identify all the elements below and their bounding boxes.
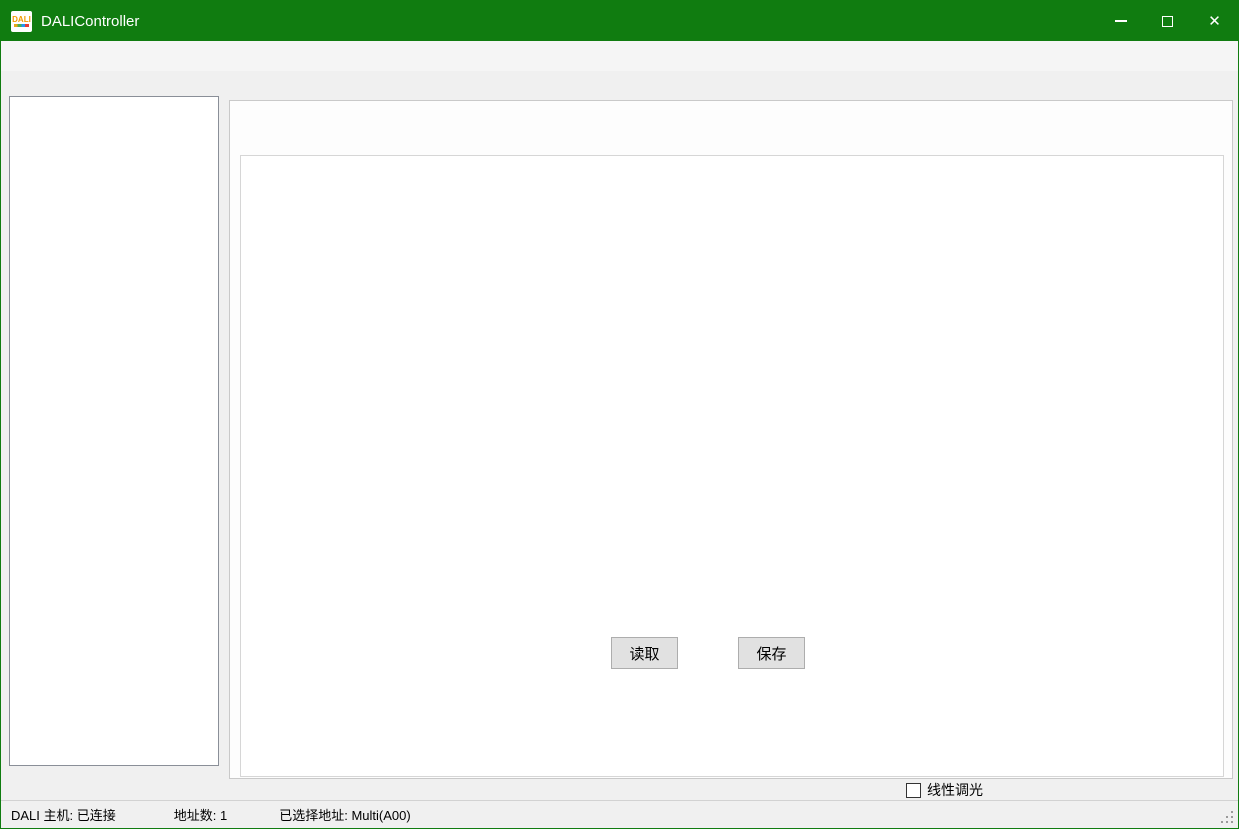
status-selected-address: 已选择地址: Multi(A00) [279,805,410,824]
cct-scene-tab-page: 读取 保存 [240,155,1224,777]
window-controls: ✕ [1097,1,1238,41]
resize-grip[interactable] [1231,821,1233,823]
cct-control-tab-page: 读取 保存 [229,100,1233,779]
close-icon: ✕ [1208,14,1221,29]
status-host: DALI 主机: 已连接 [11,805,116,824]
close-button[interactable]: ✕ [1191,1,1238,41]
app-icon-text: DALI [12,16,31,24]
linear-dimming-checkbox[interactable] [906,783,921,798]
linear-dimming-label: 线性调光 [927,780,983,800]
maximize-icon [1162,16,1173,27]
minimize-button[interactable] [1097,1,1144,41]
save-button[interactable]: 保存 [738,637,805,669]
status-address-count: 地址数: 1 [174,805,227,824]
title-bar: DALI DALIController ✕ [1,1,1238,41]
app-icon: DALI [11,11,32,32]
menu-bar [1,41,1238,71]
read-button[interactable]: 读取 [611,637,678,669]
app-window: DALI DALIController ✕ 读取 保存 线性调光 DALI 主机… [0,0,1239,829]
minimize-icon [1115,20,1127,22]
maximize-button[interactable] [1144,1,1191,41]
linear-dimming-option: 线性调光 [906,780,983,800]
window-title: DALIController [41,13,139,30]
device-tree [9,96,219,766]
status-bar: DALI 主机: 已连接 地址数: 1 已选择地址: Multi(A00) [1,800,1238,828]
